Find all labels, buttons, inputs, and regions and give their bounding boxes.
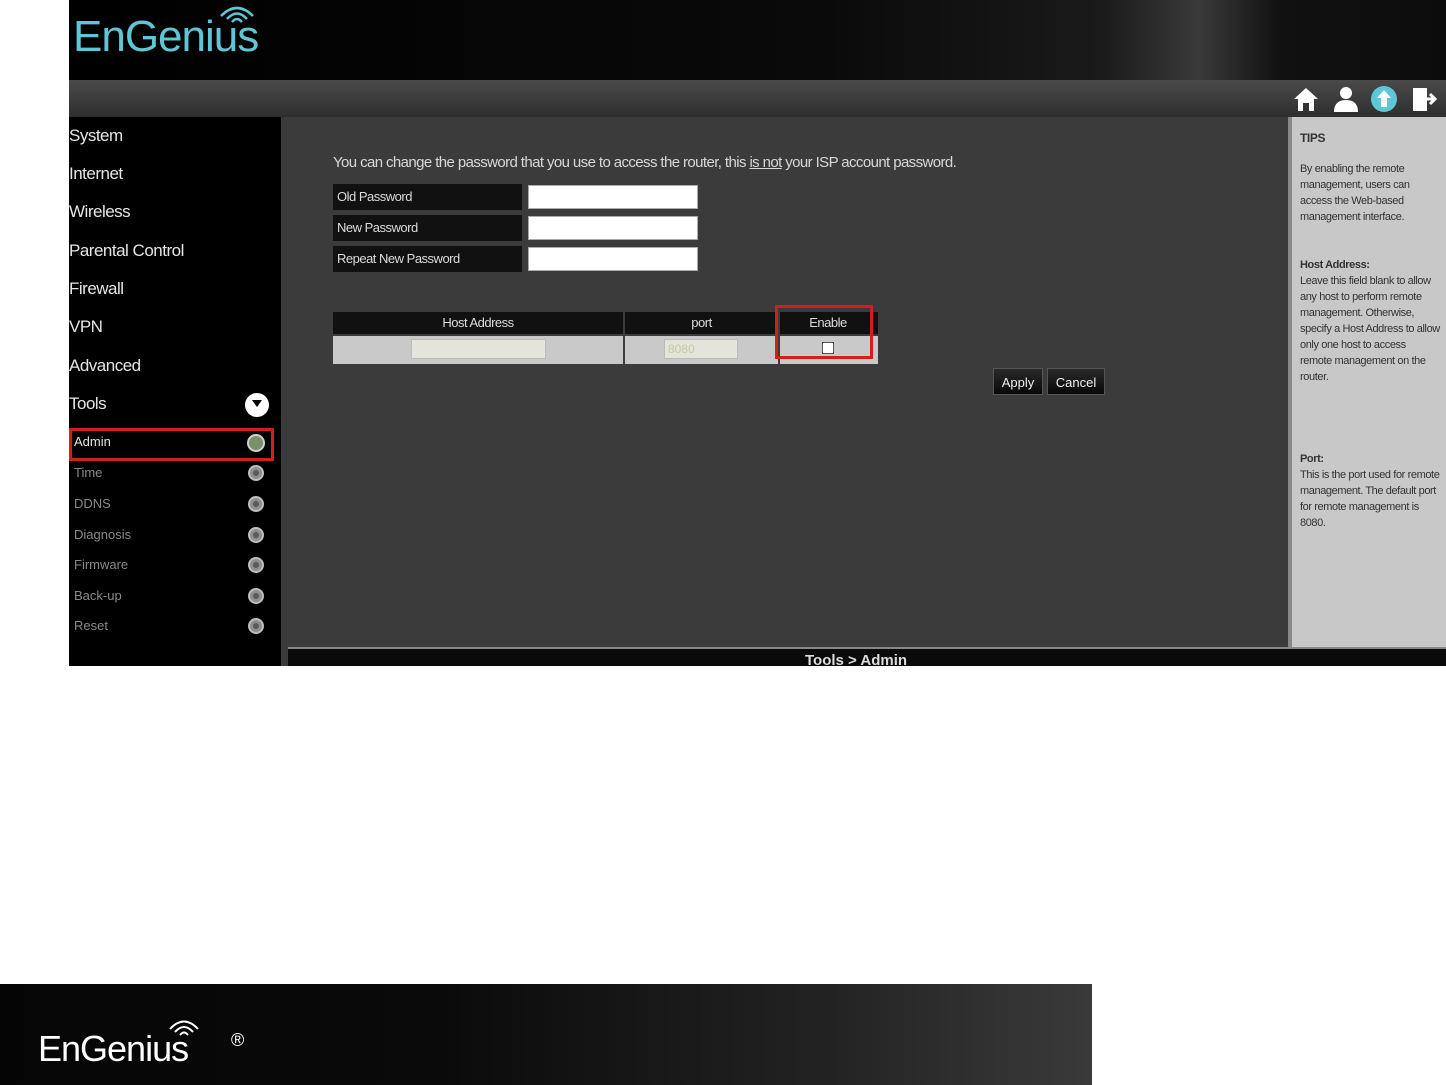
sidebar-subitem-diagnosis[interactable]: Diagnosis bbox=[74, 527, 131, 542]
tips-host-title: Host Address: bbox=[1300, 259, 1370, 271]
bullet-icon bbox=[248, 557, 264, 573]
sidebar-subitem-firmware[interactable]: Firmware bbox=[74, 557, 128, 572]
new-password-label: New Password bbox=[333, 215, 522, 241]
upload-icon[interactable] bbox=[1369, 84, 1399, 114]
tips-port-text: This is the port used for remote managem… bbox=[1300, 469, 1440, 529]
host-address-header: Host Address bbox=[442, 315, 514, 330]
intro-text: You can change the password that you use… bbox=[333, 154, 957, 171]
apply-button[interactable]: Apply bbox=[993, 368, 1043, 395]
user-icon[interactable] bbox=[1331, 84, 1361, 114]
sidebar-item-vpn[interactable]: VPN bbox=[69, 317, 103, 337]
wifi-icon bbox=[169, 1020, 199, 1036]
sidebar-item-tools[interactable]: Tools bbox=[69, 394, 107, 414]
port-header: port bbox=[691, 315, 712, 330]
registered-mark: ® bbox=[231, 1030, 245, 1050]
new-password-input[interactable] bbox=[528, 216, 698, 240]
tips-intro: By enabling the remote management, users… bbox=[1300, 163, 1410, 223]
tips-port-title: Port: bbox=[1300, 453, 1324, 465]
column-divider bbox=[623, 312, 625, 364]
breadcrumb: Tools > Admin bbox=[805, 652, 908, 669]
bullet-icon bbox=[248, 618, 264, 634]
tips-host-text: Leave this field blank to allow any host… bbox=[1300, 275, 1440, 383]
port-input[interactable]: 8080 bbox=[664, 339, 738, 359]
bullet-icon bbox=[248, 496, 264, 512]
old-password-input[interactable] bbox=[528, 185, 698, 209]
admin-highlight-box bbox=[69, 428, 274, 461]
home-icon[interactable] bbox=[1291, 84, 1321, 114]
sidebar-item-system[interactable]: System bbox=[69, 126, 123, 146]
tips-title: TIPS bbox=[1300, 131, 1326, 145]
sidebar-item-wireless[interactable]: Wireless bbox=[69, 202, 131, 222]
chevron-down-icon[interactable] bbox=[245, 393, 269, 417]
top-toolbar bbox=[69, 80, 1446, 117]
sidebar-subitem-reset[interactable]: Reset bbox=[74, 618, 108, 633]
sidebar-item-internet[interactable]: Internet bbox=[69, 164, 123, 184]
bullet-icon bbox=[248, 527, 264, 543]
old-password-label: Old Password bbox=[333, 184, 522, 210]
bullet-icon bbox=[248, 588, 264, 604]
host-address-input[interactable] bbox=[411, 339, 546, 359]
sidebar-item-parental-control[interactable]: Parental Control bbox=[69, 241, 184, 261]
cancel-button[interactable]: Cancel bbox=[1047, 368, 1105, 395]
bullet-icon bbox=[248, 465, 264, 481]
sidebar bbox=[69, 117, 281, 666]
enable-highlight-box bbox=[775, 305, 873, 359]
sidebar-subitem-backup[interactable]: Back-up bbox=[74, 588, 122, 603]
header-bar: EnGenius bbox=[69, 0, 1446, 80]
sidebar-subitem-ddns[interactable]: DDNS bbox=[74, 496, 111, 511]
repeat-password-input[interactable] bbox=[528, 247, 698, 271]
sidebar-item-advanced[interactable]: Advanced bbox=[69, 356, 141, 376]
logout-icon[interactable] bbox=[1409, 84, 1439, 114]
wifi-icon bbox=[220, 6, 254, 23]
sidebar-item-firewall[interactable]: Firewall bbox=[69, 279, 124, 299]
repeat-password-label: Repeat New Password bbox=[333, 246, 522, 272]
sidebar-subitem-time[interactable]: Time bbox=[74, 465, 102, 480]
